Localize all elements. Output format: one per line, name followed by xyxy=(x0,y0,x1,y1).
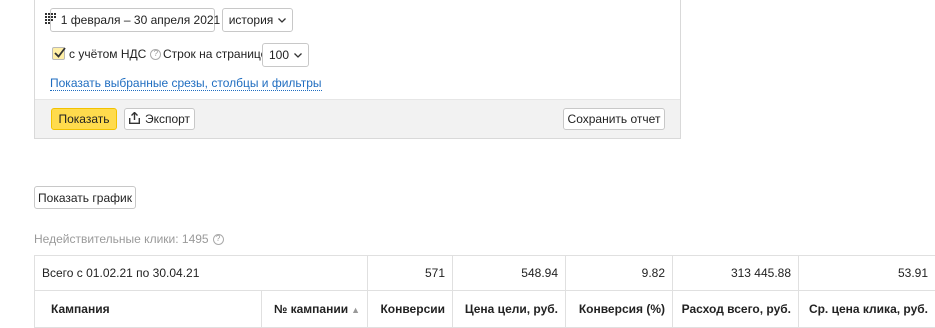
col-header-avg-click-price[interactable]: Ср. цена клика, руб. xyxy=(798,290,935,328)
invalid-clicks-wrap: Недействительные клики: 1495 ? xyxy=(34,232,224,246)
col-header-campaign-no-label: № кампании xyxy=(273,302,349,316)
col-header-campaign[interactable]: Кампания xyxy=(34,290,262,328)
rows-per-page-select[interactable]: 100 xyxy=(262,43,309,67)
chevron-down-icon xyxy=(294,50,302,60)
help-icon[interactable]: ? xyxy=(212,233,224,245)
export-label: Экспорт xyxy=(144,112,191,126)
total-conversions: 571 xyxy=(367,255,453,291)
history-select-label: история xyxy=(228,13,274,27)
upload-icon xyxy=(128,111,140,127)
panel-footer: Показать Экспорт Сохранить отчет xyxy=(35,99,680,138)
total-avg-click-price: 53.91 xyxy=(798,255,935,291)
col-header-conversion-rate[interactable]: Конверсия (%) xyxy=(565,290,673,328)
col-header-goal-price[interactable]: Цена цели, руб. xyxy=(452,290,566,328)
stats-table: Всего с 01.02.21 по 30.04.21 571 548.94 … xyxy=(34,255,935,328)
show-button[interactable]: Показать xyxy=(51,108,117,130)
col-header-campaign-no[interactable]: № кампании ▲ xyxy=(261,290,368,328)
col-header-total-spend[interactable]: Расход всего, руб. xyxy=(672,290,799,328)
report-settings-panel: 1 февраля – 30 апреля 2021 история с учё… xyxy=(34,0,681,139)
show-selected-link[interactable]: Показать выбранные срезы, столбцы и филь… xyxy=(50,76,322,91)
vat-label: с учётом НДС xyxy=(69,47,147,61)
chevron-down-icon xyxy=(278,15,287,25)
total-conversion-rate: 9.82 xyxy=(565,255,673,291)
invalid-clicks-text: Недействительные клики: 1495 xyxy=(34,232,209,246)
rows-per-page-label: Строк на странице xyxy=(163,47,268,61)
total-row: Всего с 01.02.21 по 30.04.21 571 548.94 … xyxy=(34,255,935,291)
save-report-button[interactable]: Сохранить отчет xyxy=(563,108,665,130)
calendar-icon xyxy=(44,13,56,27)
date-range-button[interactable]: 1 февраля – 30 апреля 2021 xyxy=(44,8,220,32)
total-goal-price: 548.94 xyxy=(452,255,566,291)
header-row: Кампания № кампании ▲ Конверсии Цена цели… xyxy=(34,290,935,328)
col-header-conversions[interactable]: Конверсии xyxy=(367,290,453,328)
history-select[interactable]: история xyxy=(222,8,293,32)
vat-checkbox[interactable] xyxy=(52,47,66,60)
total-row-label: Всего с 01.02.21 по 30.04.21 xyxy=(34,255,368,291)
rows-per-page-value: 100 xyxy=(268,48,290,62)
sort-asc-icon: ▲ xyxy=(351,305,360,315)
total-spend: 313 445.88 xyxy=(672,255,799,291)
checkmark-icon xyxy=(54,47,66,58)
export-button[interactable]: Экспорт xyxy=(124,108,195,130)
help-icon[interactable]: ? xyxy=(150,48,162,60)
date-range-label: 1 февраля – 30 апреля 2021 xyxy=(60,13,221,27)
vat-label-wrap: с учётом НДС ? xyxy=(69,47,162,61)
show-chart-button[interactable]: Показать график xyxy=(34,186,136,209)
